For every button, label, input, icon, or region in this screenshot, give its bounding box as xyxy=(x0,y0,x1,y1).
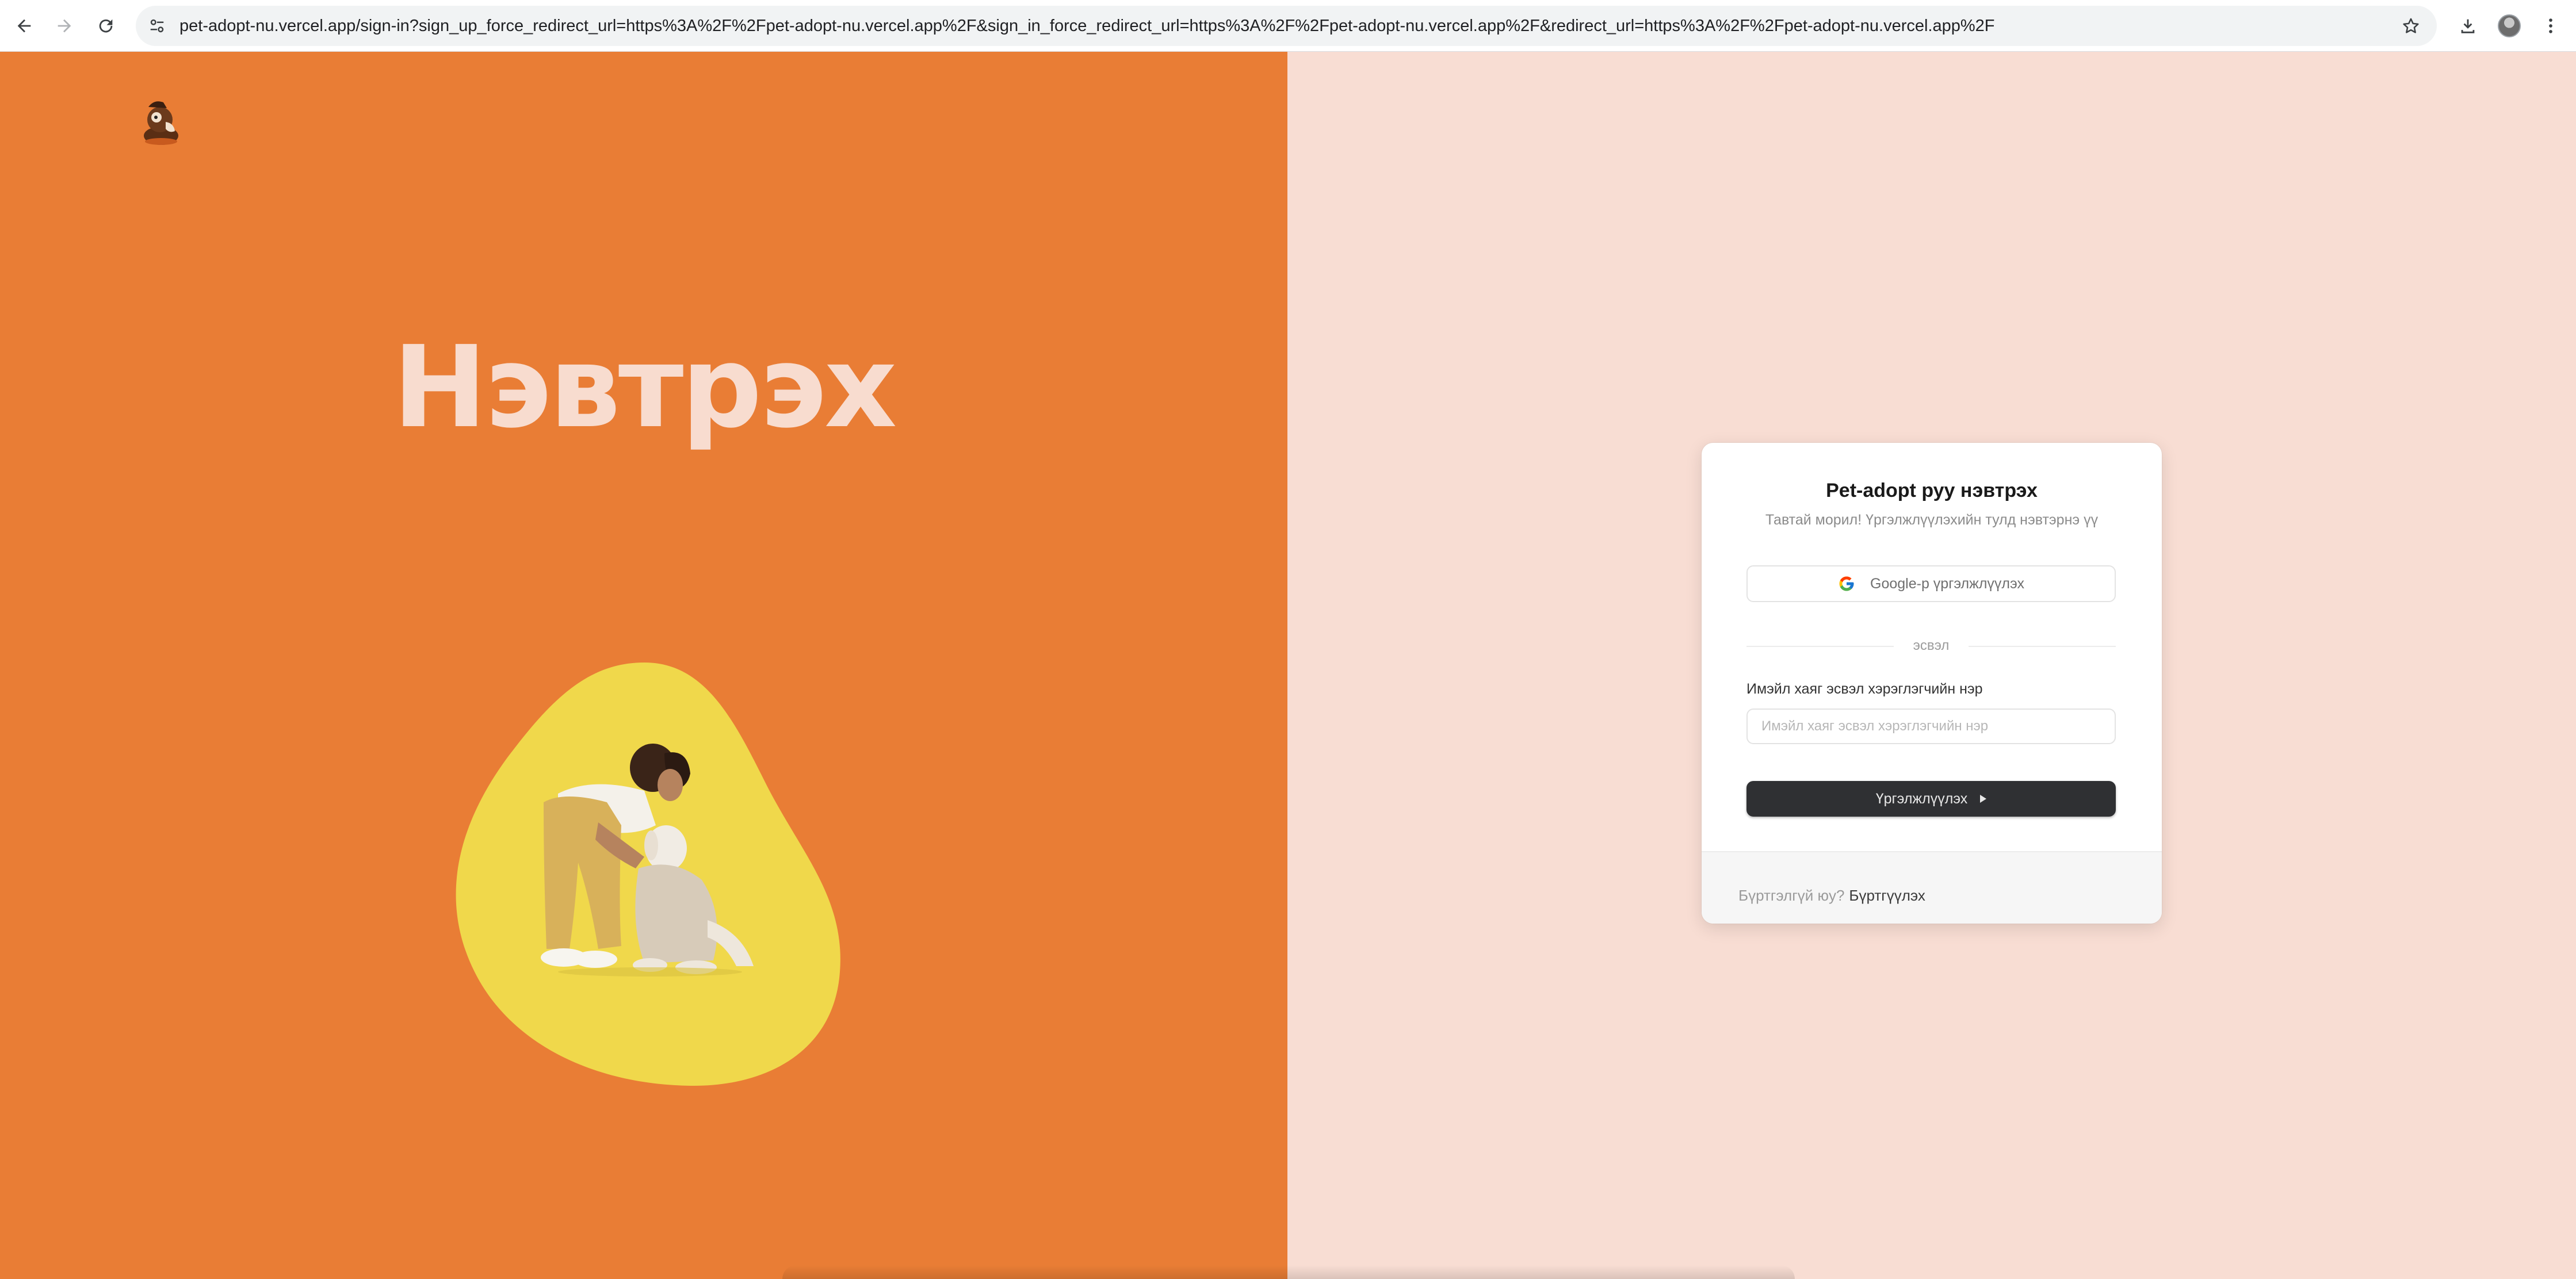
forward-arrow-icon[interactable] xyxy=(48,10,81,42)
bottom-shadow xyxy=(782,1265,1795,1279)
address-bar[interactable]: pet-adopt-nu.vercel.app/sign-in?sign_up_… xyxy=(136,6,2437,46)
continue-button[interactable]: Үргэлжлүүлэх xyxy=(1746,781,2116,817)
continue-button-label: Үргэлжлүүлэх xyxy=(1875,790,1968,807)
identifier-input[interactable] xyxy=(1746,709,2116,744)
reload-icon[interactable] xyxy=(90,10,122,42)
signin-card: Pet-adopt руу нэвтрэх Тавтай морил! Үргэ… xyxy=(1702,443,2162,924)
hero-illustration xyxy=(443,650,846,1093)
browser-toolbar: pet-adopt-nu.vercel.app/sign-in?sign_up_… xyxy=(0,0,2576,52)
site-info-icon[interactable] xyxy=(145,14,169,38)
back-arrow-icon[interactable] xyxy=(8,10,40,42)
hero-title: Нэвтрэх xyxy=(392,322,897,453)
signin-panel: Pet-adopt руу нэвтрэх Тавтай морил! Үргэ… xyxy=(1287,52,2576,1279)
google-icon xyxy=(1839,576,1854,591)
footer-prompt-text: Бүртгэлгүй юу? xyxy=(1738,887,1845,904)
google-signin-label: Google-р үргэлжлүүлэх xyxy=(1870,575,2024,592)
signin-footer: Бүртгэлгүй юу? Бүртгүүлэх xyxy=(1702,851,2162,924)
signin-subtitle: Тавтай морил! Үргэлжлүүлэхийн тулд нэвтэ… xyxy=(1765,512,2099,528)
download-icon[interactable] xyxy=(2452,10,2484,42)
footer-prompt: Бүртгэлгүй юу? Бүртгүүлэх xyxy=(1738,887,1925,905)
url-text[interactable]: pet-adopt-nu.vercel.app/sign-in?sign_up_… xyxy=(179,6,1995,46)
kebab-menu-icon[interactable] xyxy=(2535,10,2567,42)
caret-right-icon xyxy=(1980,795,1987,803)
or-divider: эсвэл xyxy=(1746,636,2116,656)
google-signin-button[interactable]: Google-р үргэлжлүүлэх xyxy=(1746,565,2116,602)
signup-link[interactable]: Бүртгүүлэх xyxy=(1849,887,1925,904)
identifier-label: Имэйл хаяг эсвэл хэрэглэгчийн нэр xyxy=(1746,681,1983,697)
hero-panel: Нэвтрэх xyxy=(0,52,1287,1279)
signin-title: Pet-adopt руу нэвтрэх xyxy=(1826,480,2038,501)
pet-adopt-logo[interactable] xyxy=(138,95,184,147)
profile-avatar[interactable] xyxy=(2493,10,2525,42)
bookmark-star-icon[interactable] xyxy=(2399,14,2423,38)
